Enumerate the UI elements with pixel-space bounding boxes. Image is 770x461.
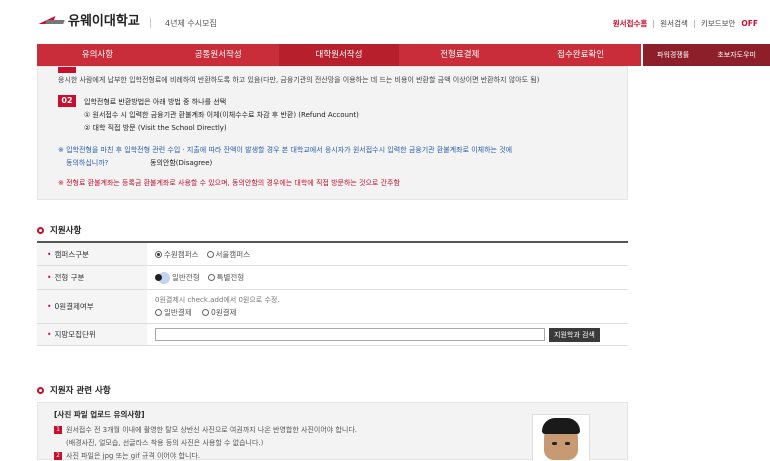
power-competition-link[interactable]: 파워경쟁률 — [657, 50, 689, 60]
applicant-photo[interactable] — [532, 414, 590, 460]
refund-account-note: ※ 전형료 환불계좌는 등록금 환불계좌로 사용할 수 있으며, 동의안함의 경… — [58, 179, 400, 187]
department-search-button[interactable]: 지원학과 검색 — [549, 327, 600, 342]
logo-text: 유웨이대학교 — [68, 14, 140, 29]
admission-type-label: • 전형 구분 — [37, 266, 147, 289]
photo-hair — [542, 418, 580, 434]
zero-payment-note: 0원결제시 check.add에서 0원으로 수정. — [155, 296, 280, 304]
radio-unchecked-icon — [207, 274, 215, 281]
radio-unchecked-icon — [202, 309, 209, 316]
campus-seoul-radio[interactable]: 서울캠퍼스 — [206, 249, 250, 260]
nav-keyboard-security-link[interactable]: 키보드보안 — [695, 18, 742, 29]
menu-main-tabs: 유의사항 공통원서작성 대학원서작성 전형료결제 접수완료확인 — [37, 44, 641, 70]
photo-notice-line: 1 원서접수 전 3개월 이내에 촬영한 탈모 상반신 사진으로 여권까지 나온 … — [54, 425, 357, 435]
header-divider — [150, 18, 151, 28]
payment-zero-radio[interactable]: 0원결제 — [202, 307, 236, 318]
notice-line: ② 대학 직접 방문 (Visit the School Directly) — [84, 124, 227, 132]
disagree-option[interactable]: 동의안함(Disagree) — [150, 158, 212, 168]
refund-consent-question-cont: 동의하십니까? — [66, 159, 109, 167]
campus-suwon-radio[interactable]: 수원캠퍼스 — [155, 249, 199, 260]
main-menu: 유의사항 공통원서작성 대학원서작성 전형료결제 접수완료확인 파워경쟁률 초보… — [0, 44, 770, 70]
photo-notice-line: (배경사진, 얼모습, 선글라스 착용 등의 사진은 사용할 수 없습니다.) — [66, 439, 264, 447]
admission-type-row: • 전형 구분 일반전형 특별전형 — [37, 266, 628, 290]
radio-checked-icon — [155, 274, 162, 281]
radio-unchecked-icon — [206, 250, 214, 258]
desired-unit-row: • 지망모집단위 지원학과 검색 — [37, 324, 628, 346]
applicant-section-title: 지원자 관련 사항 — [37, 384, 111, 396]
logo-mark-icon — [40, 13, 64, 27]
photo-notice-title: [사진 파일 업로드 유의사항] — [54, 410, 145, 419]
refund-consent-question: ※ 입학전형을 마친 후 입학전형 관련 수입 · 지출에 따라 잔액이 발생할… — [58, 146, 513, 154]
university-logo[interactable]: 유웨이대학교 — [40, 10, 140, 29]
nav-home-link[interactable]: 원서접수홈 — [607, 18, 654, 29]
notice-number-01 — [58, 67, 76, 73]
radio-checked-icon — [155, 250, 162, 258]
menu-side-links: 파워경쟁률 초보자도우미 — [643, 44, 770, 66]
notice-line: 응시한 사람에게 납부한 입학전형료에 비례하여 반환하도록 하고 있음(다만,… — [58, 76, 540, 84]
campus-label: • 캠퍼스구분 — [37, 243, 147, 265]
desired-unit-label: • 지망모집단위 — [37, 324, 147, 345]
beginner-helper-link[interactable]: 초보자도우미 — [717, 50, 756, 60]
tab-fee-payment[interactable]: 전형료결제 — [399, 44, 520, 66]
keyboard-security-off-toggle[interactable]: OFF — [741, 19, 758, 28]
header: 유웨이대학교 4년제 수시모집 원서접수홈 원서검색 키보드보안 OFF — [0, 0, 770, 42]
top-nav: 원서접수홈 원서검색 키보드보안 OFF — [607, 18, 758, 29]
page-subtitle: 4년제 수시모집 — [165, 19, 217, 28]
tab-university-application[interactable]: 대학원서작성 — [278, 44, 400, 70]
nav-search-link[interactable]: 원서검색 — [654, 18, 694, 29]
desired-unit-input[interactable] — [155, 328, 545, 341]
campus-row: • 캠퍼스구분 수원캠퍼스 서울캠퍼스 — [37, 243, 628, 266]
refund-notice-box: 응시한 사람에게 납부한 입학전형료에 비례하여 반환하도록 하고 있음(다만,… — [37, 66, 628, 200]
zero-payment-row: • 0원결제여부 0원결제시 check.add에서 0원으로 수정. 일반결제 … — [37, 290, 628, 324]
notice-number-02: 02 — [58, 95, 76, 107]
admission-special-radio[interactable]: 특별전형 — [207, 272, 244, 283]
tab-notice[interactable]: 유의사항 — [37, 44, 158, 66]
zero-payment-label: • 0원결제여부 — [37, 290, 147, 323]
section-bullet-icon — [37, 386, 44, 394]
tab-confirmation[interactable]: 접수완료확인 — [520, 44, 641, 66]
payment-normal-radio[interactable]: 일반결제 — [155, 307, 192, 318]
apply-section-title: 지원사항 — [37, 224, 81, 236]
notice-line: 입학전형료 반환방법은 아래 방법 중 하나를 선택 — [84, 98, 227, 106]
apply-form: • 캠퍼스구분 수원캠퍼스 서울캠퍼스 • 전형 구분 일반전형 특별전형 • 0원결… — [37, 241, 628, 346]
notice-line: ① 원서접수 시 입력한 금융기관 환불계좌 이체(이체수수료 차감 후 반환)… — [84, 111, 359, 119]
admission-general-radio[interactable]: 일반전형 — [155, 271, 200, 284]
radio-unchecked-icon — [155, 309, 162, 316]
tab-common-application[interactable]: 공통원서작성 — [158, 44, 279, 66]
section-bullet-icon — [37, 226, 44, 234]
